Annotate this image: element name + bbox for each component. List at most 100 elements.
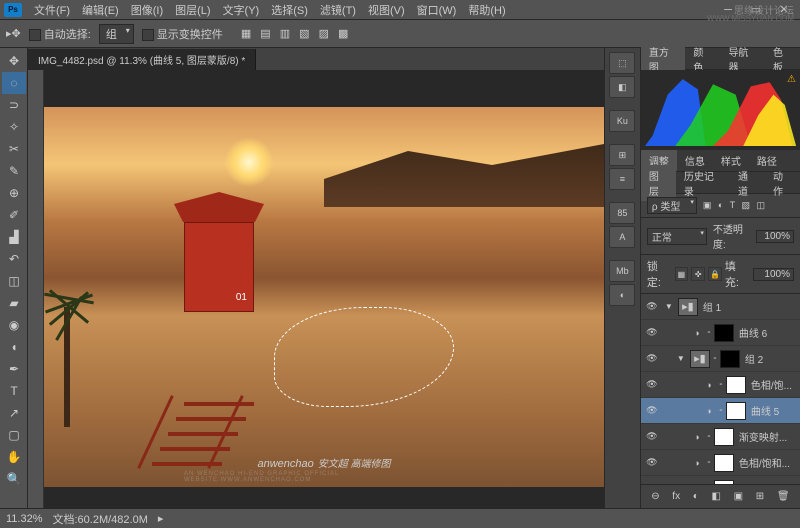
menu-select[interactable]: 选择(S) xyxy=(265,0,314,20)
tool-crop[interactable]: ✂ xyxy=(2,138,26,160)
layer-mask-thumb[interactable] xyxy=(720,350,740,368)
status-arrow-icon[interactable]: ▸ xyxy=(158,512,164,525)
layer-fx-button[interactable]: fx xyxy=(672,491,680,502)
document-tab[interactable]: IMG_4482.psd @ 11.3% (曲线 5, 图层蒙版/8) * xyxy=(28,49,256,70)
menu-image[interactable]: 图像(I) xyxy=(125,0,169,20)
layer-row[interactable]: 👁◑⁃色相/饱和... xyxy=(641,450,800,476)
lock-pixels-icon[interactable]: ▦ xyxy=(675,267,689,281)
menu-view[interactable]: 视图(V) xyxy=(362,0,411,20)
warning-icon[interactable]: ⚠ xyxy=(787,74,796,85)
auto-select-target[interactable]: 组 xyxy=(99,24,134,44)
tool-wand[interactable]: ✧ xyxy=(2,116,26,138)
tool-hand[interactable]: ✋ xyxy=(2,446,26,468)
layer-mask-thumb[interactable] xyxy=(714,428,734,446)
move-tool-icon[interactable]: ▸✥ xyxy=(6,27,21,40)
tool-heal[interactable]: ⊕ xyxy=(2,182,26,204)
layer-row[interactable]: 👁◑⁃曲线 6 xyxy=(641,320,800,346)
layer-mask-thumb[interactable] xyxy=(726,402,746,420)
tool-shape[interactable]: ▢ xyxy=(2,424,26,446)
expand-toggle[interactable]: ▼ xyxy=(677,354,687,363)
layer-mask-thumb[interactable] xyxy=(726,376,746,394)
auto-select-checkbox[interactable] xyxy=(29,29,41,41)
visibility-toggle[interactable]: 👁 xyxy=(645,352,659,366)
link-icon[interactable]: ⁃ xyxy=(707,432,711,441)
layer-filter-kind[interactable]: ρ 类型 xyxy=(647,197,697,214)
layer-group-button[interactable]: ▣ xyxy=(734,491,743,502)
dock-btn-8[interactable]: ◐ xyxy=(609,284,635,306)
tool-stamp[interactable]: ▟ xyxy=(2,226,26,248)
link-icon[interactable]: ⁃ xyxy=(719,380,723,389)
lock-all-icon[interactable]: 🔒 xyxy=(708,267,722,281)
show-transform-checkbox[interactable] xyxy=(142,29,154,41)
visibility-toggle[interactable]: 👁 xyxy=(645,300,659,314)
dock-btn-2[interactable]: ◧ xyxy=(609,76,635,98)
tool-gradient[interactable]: ▰ xyxy=(2,292,26,314)
layer-mask-thumb[interactable] xyxy=(714,324,734,342)
layer-name[interactable]: 渐变映射... xyxy=(739,429,787,444)
layer-name[interactable]: 曲线 6 xyxy=(739,325,767,340)
layer-filter-icons[interactable]: ▣ ◐ T ▧ ◫ xyxy=(703,200,767,211)
lock-position-icon[interactable]: ✜ xyxy=(691,267,705,281)
link-layers-button[interactable]: ⊖ xyxy=(651,491,659,502)
tool-pen[interactable]: ✒ xyxy=(2,358,26,380)
layer-name[interactable]: 色相/饱... xyxy=(751,377,792,392)
layer-row[interactable]: 👁◑⁃渐变映射... xyxy=(641,424,800,450)
tool-eyedropper[interactable]: ✎ xyxy=(2,160,26,182)
dock-btn-3[interactable]: ⊞ xyxy=(609,144,635,166)
visibility-toggle[interactable]: 👁 xyxy=(645,326,659,340)
tool-type[interactable]: T xyxy=(2,380,26,402)
tool-dodge[interactable]: ◖ xyxy=(2,336,26,358)
doc-size[interactable]: 文档:60.2M/482.0M xyxy=(53,511,148,527)
dock-btn-4[interactable]: ≡ xyxy=(609,168,635,190)
visibility-toggle[interactable]: 👁 xyxy=(645,430,659,444)
layer-row[interactable]: 👁▼▸▮⁃组 2 xyxy=(641,346,800,372)
align-buttons[interactable]: ▦ ▤ ▥ ▧ ▨ ▩ xyxy=(241,27,352,40)
dock-btn-a[interactable]: A xyxy=(609,226,635,248)
tool-path[interactable]: ↗ xyxy=(2,402,26,424)
zoom-level[interactable]: 11.32% xyxy=(6,513,43,525)
dock-btn-mb[interactable]: Mb xyxy=(609,260,635,282)
adjustment-layer-button[interactable]: ◧ xyxy=(712,491,721,502)
visibility-toggle[interactable]: 👁 xyxy=(645,456,659,470)
menu-filter[interactable]: 滤镜(T) xyxy=(314,0,362,20)
ps-logo[interactable]: Ps xyxy=(4,3,22,17)
delete-layer-button[interactable]: 🗑 xyxy=(777,491,790,502)
opacity-input[interactable]: 100% xyxy=(756,230,794,243)
layer-mask-thumb[interactable] xyxy=(714,454,734,472)
menu-window[interactable]: 窗口(W) xyxy=(411,0,463,20)
tool-blur[interactable]: ◉ xyxy=(2,314,26,336)
link-icon[interactable]: ⁃ xyxy=(707,328,711,337)
tool-lasso[interactable]: ⊃ xyxy=(2,94,26,116)
link-icon[interactable]: ⁃ xyxy=(719,406,723,415)
expand-toggle[interactable]: ▼ xyxy=(665,302,675,311)
tool-history-brush[interactable]: ↶ xyxy=(2,248,26,270)
menu-help[interactable]: 帮助(H) xyxy=(462,0,511,20)
link-icon[interactable]: ⁃ xyxy=(707,458,711,467)
layer-row[interactable]: 👁◑⁃曲线 5 xyxy=(641,398,800,424)
layers-list[interactable]: 👁▼▸▮组 1👁◑⁃曲线 6👁▼▸▮⁃组 2👁◑⁃色相/饱...👁◑⁃曲线 5👁… xyxy=(641,294,800,484)
menu-type[interactable]: 文字(Y) xyxy=(217,0,266,20)
dock-btn-85[interactable]: 85 xyxy=(609,202,635,224)
layer-mask-button[interactable]: ◐ xyxy=(693,491,699,502)
tool-move[interactable]: ✥ xyxy=(2,50,26,72)
fill-input[interactable]: 100% xyxy=(753,268,794,281)
menu-file[interactable]: 文件(F) xyxy=(28,0,76,20)
canvas-viewport[interactable]: 01 anwenchao 安文超 高端修图 AN WENCHAO HI-END … xyxy=(44,70,604,508)
layer-row[interactable]: 👁▼▸▮组 1 xyxy=(641,294,800,320)
visibility-toggle[interactable]: 👁 xyxy=(645,378,659,392)
dock-btn-ku[interactable]: Ku xyxy=(609,110,635,132)
layer-row[interactable]: 👁◑⁃色相/饱... xyxy=(641,372,800,398)
dock-btn-1[interactable]: ⬚ xyxy=(609,52,635,74)
layer-name[interactable]: 组 2 xyxy=(745,351,763,366)
layer-name[interactable]: 色相/饱和... xyxy=(739,455,790,470)
ruler-vertical[interactable] xyxy=(28,70,44,508)
layer-name[interactable]: 曲线 5 xyxy=(751,403,779,418)
menu-layer[interactable]: 图层(L) xyxy=(169,0,216,20)
new-layer-button[interactable]: ⊞ xyxy=(756,491,764,502)
tool-zoom[interactable]: 🔍 xyxy=(2,468,26,490)
layer-row[interactable]: 👁◑⁃色彩平衡... xyxy=(641,476,800,484)
visibility-toggle[interactable]: 👁 xyxy=(645,404,659,418)
tool-brush[interactable]: ✐ xyxy=(2,204,26,226)
layer-name[interactable]: 组 1 xyxy=(703,299,721,314)
menu-edit[interactable]: 编辑(E) xyxy=(76,0,125,20)
